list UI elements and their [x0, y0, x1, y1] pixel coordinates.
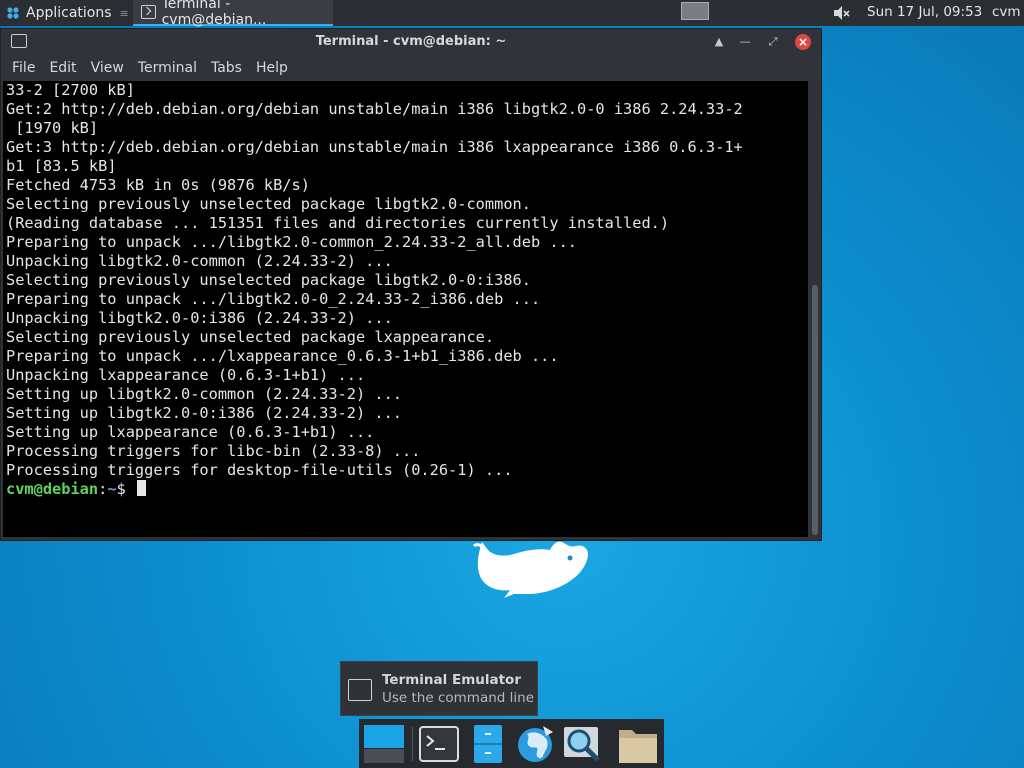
shade-icon: ▲ [714, 35, 724, 48]
prompt-separator: : [98, 480, 108, 498]
dock-tooltip: Terminal Emulator Use the command line [340, 661, 538, 716]
terminal-text: 33-2 [2700 kB] Get:2 http://deb.debian.o… [3, 81, 808, 499]
terminal-line: Unpacking libgtk2.0-0:i386 (2.24.33-2) .… [6, 309, 393, 327]
terminal-scrollbar[interactable] [809, 81, 821, 537]
shade-button[interactable]: ▲ [711, 34, 727, 50]
terminal-line: Selecting previously unselected package … [6, 195, 531, 213]
terminal-line: Processing triggers for desktop-file-uti… [6, 461, 513, 479]
menu-tabs[interactable]: Tabs [204, 60, 249, 76]
taskbar-terminal-label: Terminal - cvm@debian... [161, 0, 267, 28]
terminal-line: Setting up libgtk2.0-common (2.24.33-2) … [6, 385, 403, 403]
menubar: File Edit View Terminal Tabs Help [1, 55, 821, 81]
scrollbar-thumb[interactable] [812, 285, 818, 535]
menu-view[interactable]: View [84, 60, 131, 76]
terminal-line: [1970 kB] [6, 119, 99, 137]
terminal-line: Preparing to unpack .../lxappearance_0.6… [6, 347, 559, 365]
terminal-output[interactable]: 33-2 [2700 kB] Get:2 http://deb.debian.o… [3, 81, 808, 537]
taskbar-terminal-button[interactable]: Terminal - cvm@debian... [132, 0, 333, 28]
terminal-line: Processing triggers for libc-bin (2.33-8… [6, 442, 421, 460]
terminal-icon [140, 5, 156, 19]
terminal-window: Terminal - cvm@debian: ~ ▲ — ⤢ × File Ed… [0, 28, 822, 541]
separator-handle-icon: ≡ [119, 6, 129, 20]
terminal-line: Fetched 4753 kB in 0s (9876 kB/s) [6, 176, 310, 194]
terminal-line: Get:2 http://deb.debian.org/debian unsta… [6, 100, 743, 118]
menu-edit[interactable]: Edit [42, 60, 83, 76]
folder-icon[interactable] [616, 722, 660, 766]
app-finder-icon[interactable] [560, 722, 604, 766]
applications-menu-button[interactable]: Applications [0, 0, 118, 26]
close-icon: × [797, 35, 809, 49]
terminal-line: Selecting previously unselected package … [6, 271, 531, 289]
dock-separator [412, 727, 413, 761]
menu-file[interactable]: File [5, 60, 42, 76]
prompt-user: cvm@debian [6, 480, 99, 498]
maximize-button[interactable]: ⤢ [765, 34, 781, 50]
window-titlebar[interactable]: Terminal - cvm@debian: ~ ▲ — ⤢ × [1, 29, 821, 55]
terminal-line: b1 [83.5 kB] [6, 157, 117, 175]
xfce-logo-icon [7, 7, 19, 19]
user-menu[interactable]: cvm [992, 4, 1021, 20]
terminal-icon [348, 679, 372, 701]
prompt-path: ~ [107, 480, 117, 498]
terminal-line: Selecting previously unselected package … [6, 328, 495, 346]
minimize-icon: — [739, 35, 751, 48]
show-desktop-icon[interactable] [362, 722, 406, 766]
terminal-line: Unpacking lxappearance (0.6.3-1+b1) ... [6, 366, 366, 384]
prompt-symbol: $ [116, 480, 135, 498]
terminal-line: Unpacking libgtk2.0-common (2.24.33-2) .… [6, 252, 393, 270]
maximize-icon: ⤢ [768, 35, 778, 48]
workspace-switcher[interactable] [681, 2, 709, 20]
close-button[interactable]: × [795, 34, 811, 50]
terminal-line: Preparing to unpack .../libgtk2.0-0_2.24… [6, 290, 541, 308]
volume-muted-icon[interactable] [832, 4, 850, 22]
minimize-button[interactable]: — [737, 34, 753, 50]
terminal-line: Setting up libgtk2.0-0:i386 (2.24.33-2) … [6, 404, 403, 422]
tooltip-title: Terminal Emulator [382, 672, 521, 688]
clock[interactable]: Sun 17 Jul, 09:53 [867, 4, 982, 20]
xfce-mouse-logo-icon [472, 541, 588, 598]
terminal-line: 33-2 [2700 kB] [6, 81, 135, 99]
window-title: Terminal - cvm@debian: ~ [315, 34, 507, 49]
text-cursor [136, 480, 146, 496]
terminal-line: (Reading database ... 151351 files and d… [6, 214, 670, 232]
file-manager-icon[interactable] [466, 722, 510, 766]
menu-terminal[interactable]: Terminal [131, 60, 204, 76]
prompt-line: cvm@debian:~$ [6, 480, 146, 498]
web-browser-icon[interactable] [513, 722, 557, 766]
dock [359, 719, 664, 768]
applications-label: Applications [26, 5, 112, 21]
terminal-line: Get:3 http://deb.debian.org/debian unsta… [6, 138, 743, 156]
tooltip-subtitle: Use the command line [382, 690, 534, 706]
menu-help[interactable]: Help [249, 60, 295, 76]
terminal-line: Setting up lxappearance (0.6.3-1+b1) ... [6, 423, 375, 441]
terminal-line: Preparing to unpack .../libgtk2.0-common… [6, 233, 577, 251]
terminal-icon[interactable] [417, 722, 461, 766]
